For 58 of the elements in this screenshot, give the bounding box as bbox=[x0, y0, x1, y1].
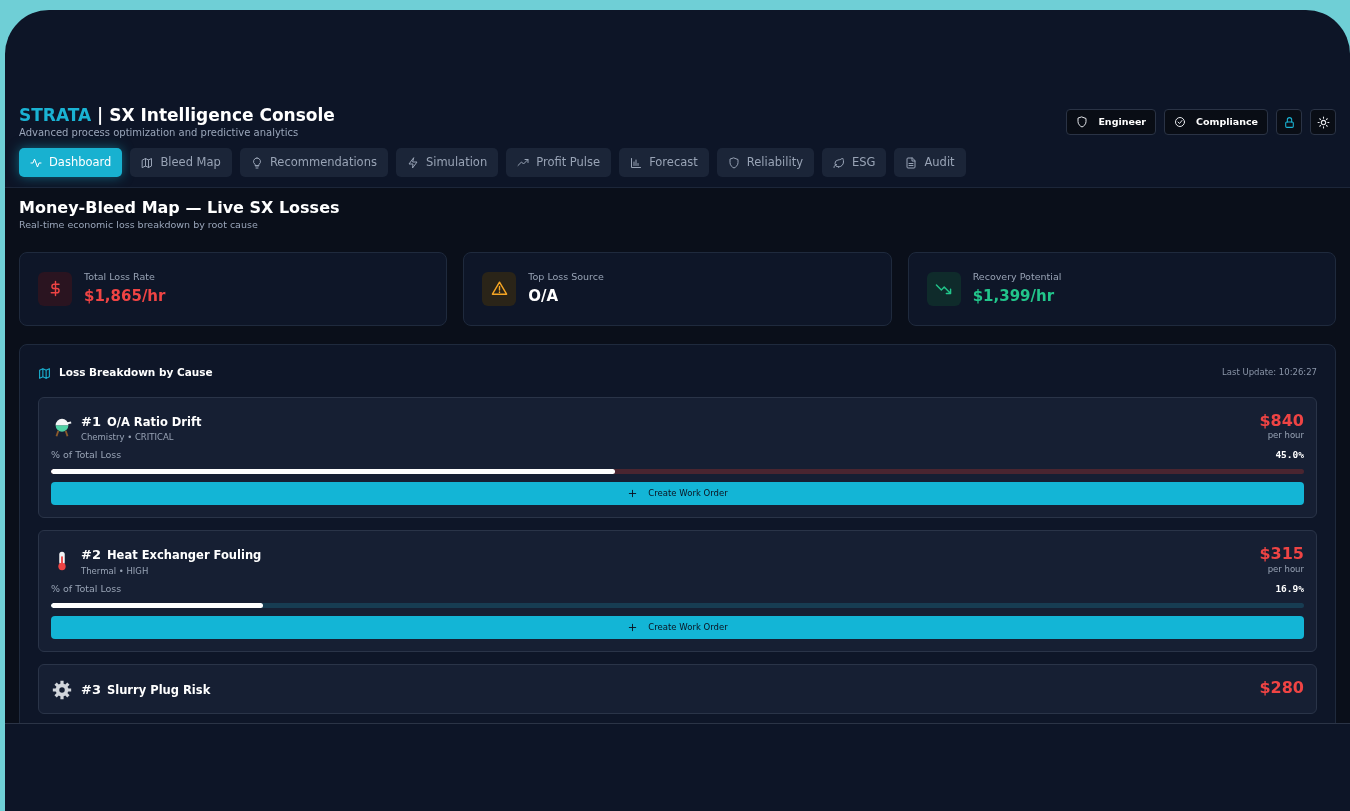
nav-tab[interactable]: Profit Pulse bbox=[506, 148, 612, 178]
loss-unit: per hour bbox=[1266, 562, 1304, 576]
stat-value: O/A bbox=[528, 285, 560, 307]
role-button[interactable]: Compliance bbox=[1164, 109, 1268, 136]
nav-tab[interactable]: Simulation bbox=[395, 148, 499, 178]
sun-icon bbox=[1316, 115, 1330, 129]
map-icon bbox=[141, 156, 154, 169]
lightbulb-icon bbox=[250, 156, 263, 169]
map-icon bbox=[38, 366, 51, 380]
app-title: STRATA | SX Intelligence Console bbox=[19, 105, 335, 126]
stat-value: $1,399/hr bbox=[972, 285, 1056, 307]
share-label: % of Total Loss bbox=[51, 581, 122, 596]
share-label: % of Total Loss bbox=[51, 448, 122, 463]
plus-icon bbox=[627, 488, 639, 500]
panel-title: Loss Breakdown by Cause bbox=[59, 364, 213, 380]
nav-tab[interactable]: Audit bbox=[894, 148, 966, 178]
stat-label: Total Loss Rate bbox=[84, 270, 156, 285]
stat-label: Top Loss Source bbox=[528, 270, 604, 285]
bar-chart-icon bbox=[630, 156, 643, 169]
pulse-icon bbox=[30, 156, 42, 169]
page-subtitle: Real-time economic loss breakdown by root cause bbox=[19, 217, 259, 232]
cause-title: #2 Heat Exchanger Fouling bbox=[81, 546, 262, 565]
loss-amount: $280 bbox=[1259, 678, 1304, 697]
document-icon bbox=[905, 156, 918, 169]
theme-toggle-button[interactable] bbox=[1310, 109, 1336, 135]
shield-icon bbox=[727, 156, 740, 169]
gear-icon bbox=[51, 678, 73, 701]
nav-tab[interactable]: Forecast bbox=[619, 148, 709, 178]
lock-button[interactable] bbox=[1276, 109, 1302, 135]
check-circle-icon bbox=[1174, 116, 1187, 129]
trend-up-icon bbox=[517, 156, 530, 169]
share-value: 45.0% bbox=[1275, 448, 1304, 463]
nav-tab[interactable]: Reliability bbox=[716, 148, 814, 178]
nav-tab[interactable]: ESG bbox=[822, 148, 887, 178]
cause-title: #3 Slurry Plug Risk bbox=[81, 681, 211, 700]
last-update-time: Last Update: 10:26:27 bbox=[1222, 366, 1317, 380]
nav-tab[interactable]: Recommendations bbox=[239, 148, 388, 178]
page-title: Money-Bleed Map — Live SX Losses bbox=[19, 198, 341, 218]
shield-icon bbox=[1076, 116, 1089, 129]
share-value: 16.9% bbox=[1275, 581, 1304, 596]
plus-icon bbox=[627, 621, 639, 633]
stat-value: $1,865/hr bbox=[84, 285, 166, 307]
create-work-order-button[interactable]: Create Work Order bbox=[51, 482, 1304, 506]
loss-unit: per hour bbox=[1266, 429, 1304, 443]
nav-tab[interactable]: Bleed Map bbox=[130, 148, 232, 178]
cause-title: #1 O/A Ratio Drift bbox=[81, 412, 202, 431]
app-subtitle: Advanced process optimization and predictive analytics bbox=[19, 126, 300, 141]
cause-category: Thermal • HIGH bbox=[81, 564, 150, 578]
loss-amount: $840 bbox=[1259, 411, 1304, 430]
cause-category: Chemistry • CRITICAL bbox=[81, 431, 175, 445]
leaf-icon bbox=[833, 156, 845, 169]
role-button[interactable]: Engineer bbox=[1066, 109, 1157, 136]
lock-icon bbox=[1282, 115, 1296, 129]
lightning-icon bbox=[406, 156, 419, 169]
create-work-order-button[interactable]: Create Work Order bbox=[51, 615, 1304, 639]
loss-amount: $315 bbox=[1259, 545, 1304, 563]
warning-icon bbox=[490, 280, 508, 298]
stat-label: Recovery Potential bbox=[972, 270, 1062, 285]
